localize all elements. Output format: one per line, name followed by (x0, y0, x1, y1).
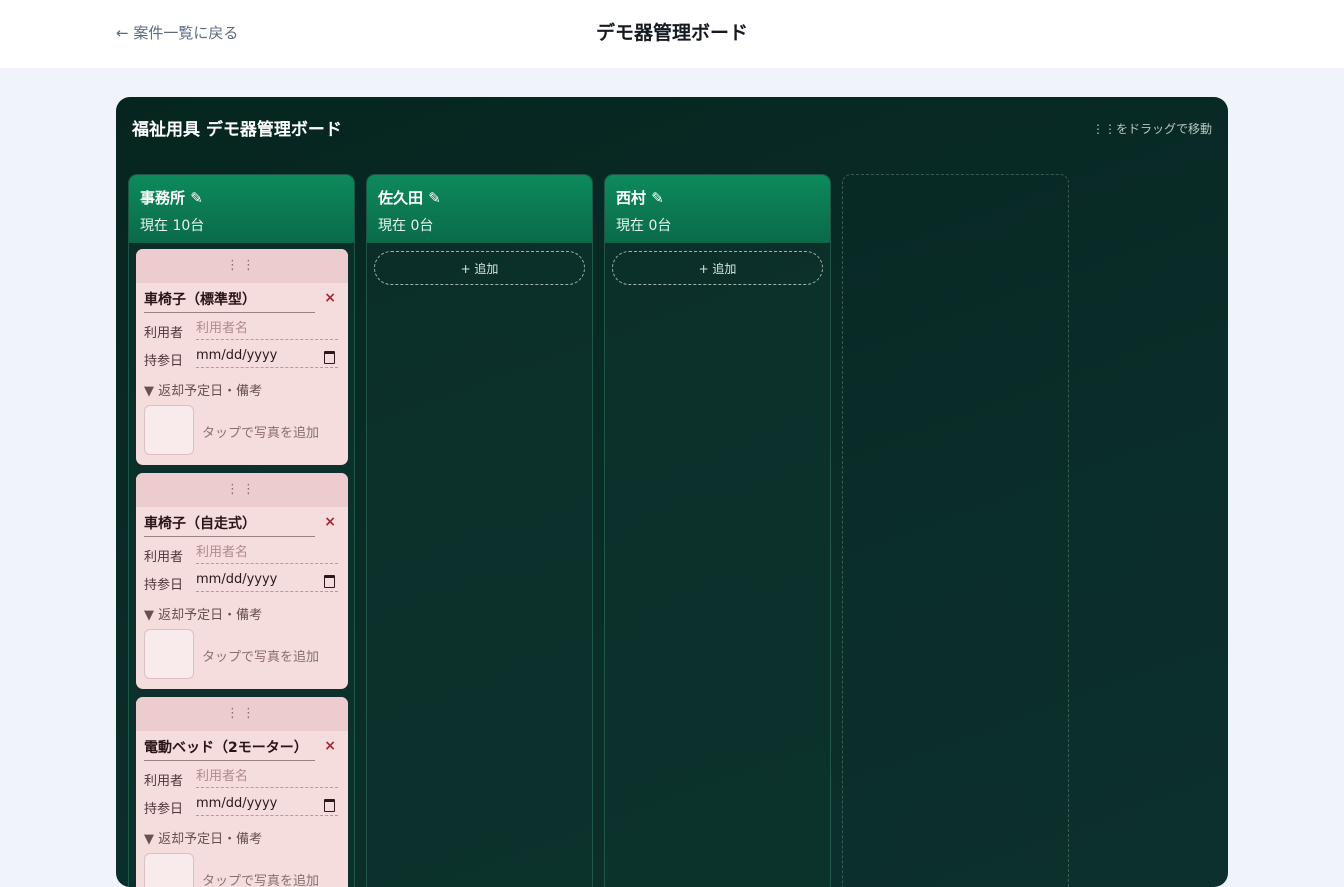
date-value: mm/dd/yyyy (196, 348, 278, 363)
add-column-dropzone[interactable] (842, 174, 1069, 887)
user-name-input[interactable] (196, 542, 338, 564)
column-count: 現在 0台 (378, 218, 434, 234)
column-sakuda: 佐久田 ✎ 現在 0台 + 追加 (366, 174, 593, 887)
drag-hint: ⋮⋮をドラッグで移動 (1091, 122, 1212, 136)
drag-handle-icon[interactable]: ⋮⋮ (136, 473, 348, 507)
column-header: 事務所 ✎ 現在 10台 (129, 175, 354, 243)
calendar-icon[interactable] (324, 799, 335, 812)
user-name-input[interactable] (196, 766, 338, 788)
board-title: 福祉用具 デモ器管理ボード (132, 120, 342, 140)
device-card[interactable]: ⋮⋮ 電動ベッド（2モーター） × 利用者 持参日 mm/dd/yyyy ▼ 返… (136, 697, 348, 887)
date-value: mm/dd/yyyy (196, 572, 278, 587)
date-label: 持参日 (144, 354, 184, 369)
bring-date-input[interactable]: mm/dd/yyyy (196, 346, 338, 368)
date-value: mm/dd/yyyy (196, 796, 278, 811)
details-toggle[interactable]: ▼ 返却予定日・備考 (144, 604, 262, 623)
details-toggle[interactable]: ▼ 返却予定日・備考 (144, 380, 262, 399)
bring-date-input[interactable]: mm/dd/yyyy (196, 794, 338, 816)
calendar-icon[interactable] (324, 575, 335, 588)
photo-thumbnail[interactable] (144, 405, 194, 455)
user-label: 利用者 (144, 326, 184, 341)
photo-thumbnail[interactable] (144, 629, 194, 679)
card-title[interactable]: 車椅子（自走式） (144, 513, 315, 537)
board: 福祉用具 デモ器管理ボード ⋮⋮をドラッグで移動 事務所 ✎ 現在 10台 ⋮⋮… (116, 97, 1228, 887)
column-name[interactable]: 西村 ✎ (616, 187, 664, 208)
add-photo-hint[interactable]: タップで写真を追加 (202, 870, 319, 887)
user-label: 利用者 (144, 550, 184, 565)
card-title[interactable]: 電動ベッド（2モーター） (144, 737, 315, 761)
delete-card-icon[interactable]: × (324, 290, 336, 306)
column-nishimura: 西村 ✎ 現在 0台 + 追加 (604, 174, 831, 887)
calendar-icon[interactable] (324, 351, 335, 364)
drag-handle-icon[interactable]: ⋮⋮ (136, 697, 348, 731)
delete-card-icon[interactable]: × (324, 514, 336, 530)
page-title: デモ器管理ボード (595, 22, 748, 44)
add-device-button[interactable]: + 追加 (374, 251, 585, 285)
column-office: 事務所 ✎ 現在 10台 ⋮⋮ 車椅子（標準型） × 利用者 持参日 mm/dd… (128, 174, 355, 887)
photo-thumbnail[interactable] (144, 853, 194, 887)
column-header: 佐久田 ✎ 現在 0台 (367, 175, 592, 243)
bring-date-input[interactable]: mm/dd/yyyy (196, 570, 338, 592)
column-count: 現在 0台 (616, 218, 672, 234)
device-card[interactable]: ⋮⋮ 車椅子（標準型） × 利用者 持参日 mm/dd/yyyy ▼ 返却予定日… (136, 249, 348, 465)
user-name-input[interactable] (196, 318, 338, 340)
delete-card-icon[interactable]: × (324, 738, 336, 754)
device-card[interactable]: ⋮⋮ 車椅子（自走式） × 利用者 持参日 mm/dd/yyyy ▼ 返却予定日… (136, 473, 348, 689)
column-header: 西村 ✎ 現在 0台 (605, 175, 830, 243)
details-toggle[interactable]: ▼ 返却予定日・備考 (144, 828, 262, 847)
column-name[interactable]: 佐久田 ✎ (378, 187, 441, 208)
date-label: 持参日 (144, 578, 184, 593)
add-photo-hint[interactable]: タップで写真を追加 (202, 422, 319, 441)
add-device-button[interactable]: + 追加 (612, 251, 823, 285)
add-photo-hint[interactable]: タップで写真を追加 (202, 646, 319, 665)
card-title[interactable]: 車椅子（標準型） (144, 289, 315, 313)
column-count: 現在 10台 (140, 218, 205, 234)
top-bar: ← 案件一覧に戻る デモ器管理ボード (0, 0, 1344, 68)
drag-handle-icon[interactable]: ⋮⋮ (136, 249, 348, 283)
user-label: 利用者 (144, 774, 184, 789)
column-name[interactable]: 事務所 ✎ (140, 187, 203, 208)
date-label: 持参日 (144, 802, 184, 817)
